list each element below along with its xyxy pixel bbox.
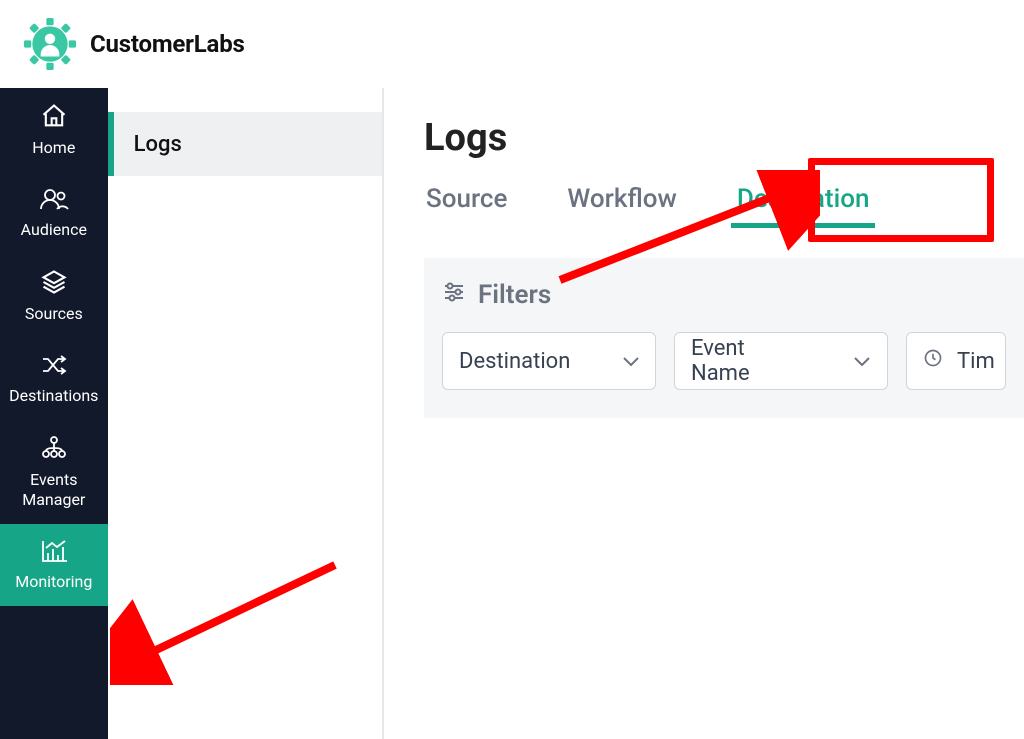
sidebar: Home Audience Sources [0,88,108,739]
sidebar-item-events-manager[interactable]: Events Manager [0,420,108,524]
sidebar-item-label: Monitoring [15,572,92,592]
shuffle-icon [40,352,68,378]
main: Logs Source Workflow Destination [384,88,1024,739]
topbar: CustomerLabs [0,0,1024,88]
sub-sidebar: Logs [108,88,384,739]
page-title: Logs [424,116,1024,160]
sidebar-item-label: Sources [25,304,83,324]
filter-destination-dropdown[interactable]: Destination [442,332,656,390]
tab-label: Workflow [567,184,676,214]
subnav-item-label: Logs [134,132,182,157]
filter-row: Destination Event Name [442,332,1006,390]
clock-icon [923,348,943,374]
sidebar-item-monitoring[interactable]: Monitoring [0,524,108,606]
filter-label: Destination [459,349,570,374]
sidebar-item-audience[interactable]: Audience [0,172,108,254]
filters-heading: Filters [442,280,1006,310]
chevron-down-icon [622,349,640,374]
sliders-icon [442,280,466,310]
filters-heading-label: Filters [478,280,551,310]
layers-icon [40,268,68,296]
sidebar-item-label: Destinations [9,386,98,406]
subnav-item-logs[interactable]: Logs [108,112,382,176]
home-icon [40,102,68,130]
audience-icon [39,186,69,212]
tab-label: Destination [737,184,870,214]
sidebar-item-sources[interactable]: Sources [0,254,108,338]
brand-logo-icon [24,18,76,70]
filter-event-name-dropdown[interactable]: Event Name [674,332,888,390]
chart-icon [40,538,68,564]
sidebar-item-destinations[interactable]: Destinations [0,338,108,420]
events-icon [40,434,68,462]
filter-label: Event Name [691,336,801,386]
filter-label: Tim [957,349,995,374]
filter-time-dropdown[interactable]: Tim [906,332,1006,390]
brand-name: CustomerLabs [90,30,245,58]
sidebar-item-label: Audience [21,220,87,240]
tab-label: Source [426,184,507,214]
tabs: Source Workflow Destination [424,178,1024,226]
sidebar-item-label: Home [32,138,75,158]
tab-source[interactable]: Source [424,178,509,226]
filters-panel: Filters Destination Event Name [424,258,1024,418]
sidebar-item-label: Events Manager [4,470,104,510]
brand: CustomerLabs [24,18,245,70]
chevron-down-icon [853,349,871,374]
sidebar-item-home[interactable]: Home [0,88,108,172]
tab-destination[interactable]: Destination [735,178,872,226]
tab-workflow[interactable]: Workflow [565,178,678,226]
